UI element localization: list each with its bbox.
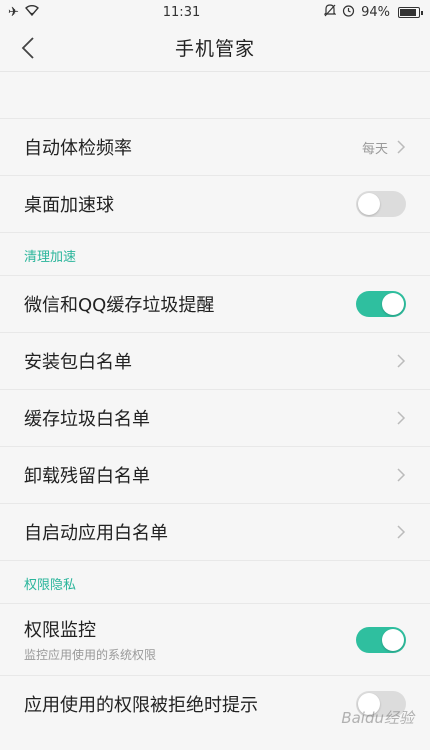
watermark: Baidu经验 (341, 709, 414, 727)
title-bar: 手机管家 (0, 24, 430, 72)
check-frequency-row[interactable]: 自动体检频率 每天 (0, 118, 430, 175)
page-title: 手机管家 (174, 38, 255, 60)
chevron-right-icon (397, 525, 406, 539)
chevron-right-icon (397, 411, 406, 425)
permission-monitor-sub: 监控应用使用的系统权限 (24, 648, 157, 662)
toggle-knob (358, 193, 380, 215)
cache-whitelist-label: 缓存垃圾白名单 (24, 409, 150, 430)
status-left: ✈ (8, 5, 39, 19)
apk-whitelist-row[interactable]: 安装包白名单 (0, 332, 430, 389)
mute-icon (323, 4, 337, 20)
section-header-privacy: 权限隐私 (0, 560, 430, 603)
back-button[interactable] (14, 34, 42, 62)
status-time: 11:31 (162, 4, 201, 20)
wechat-qq-row: 微信和QQ缓存垃圾提醒 (0, 275, 430, 332)
apk-whitelist-label: 安装包白名单 (24, 352, 132, 373)
chevron-right-icon (397, 140, 406, 154)
wechat-qq-toggle[interactable] (356, 291, 406, 317)
autostart-whitelist-row[interactable]: 自启动应用白名单 (0, 503, 430, 560)
status-right: 94% (323, 4, 423, 20)
permission-monitor-label: 权限监控 (24, 620, 96, 641)
battery-percent: 94% (361, 4, 390, 20)
permission-monitor-toggle[interactable] (356, 626, 406, 653)
toggle-knob (382, 628, 404, 651)
section-header-clean: 清理加速 (0, 232, 430, 275)
airplane-icon: ✈ (8, 4, 19, 20)
top-spacer (0, 72, 430, 118)
wechat-qq-label: 微信和QQ缓存垃圾提醒 (24, 295, 215, 316)
wifi-icon (24, 5, 39, 19)
check-frequency-value: 每天 (361, 141, 388, 157)
chevron-right-icon (397, 468, 406, 482)
denied-prompt-label: 应用使用的权限被拒绝时提示 (24, 695, 258, 716)
status-bar: ✈ 11:31 94% (0, 0, 430, 24)
toggle-knob (382, 293, 404, 315)
permission-monitor-row: 权限监控 监控应用使用的系统权限 (0, 603, 430, 675)
chevron-right-icon (397, 354, 406, 368)
autostart-whitelist-label: 自启动应用白名单 (24, 523, 168, 544)
check-frequency-label: 自动体检频率 (24, 138, 132, 159)
desktop-ball-toggle[interactable] (356, 191, 406, 217)
battery-icon (398, 6, 423, 18)
desktop-ball-row: 桌面加速球 (0, 175, 430, 232)
chevron-left-icon (21, 37, 34, 59)
cache-whitelist-row[interactable]: 缓存垃圾白名单 (0, 389, 430, 446)
desktop-ball-label: 桌面加速球 (24, 195, 114, 216)
alarm-icon (342, 4, 355, 20)
residual-whitelist-label: 卸载残留白名单 (24, 466, 150, 487)
residual-whitelist-row[interactable]: 卸载残留白名单 (0, 446, 430, 503)
